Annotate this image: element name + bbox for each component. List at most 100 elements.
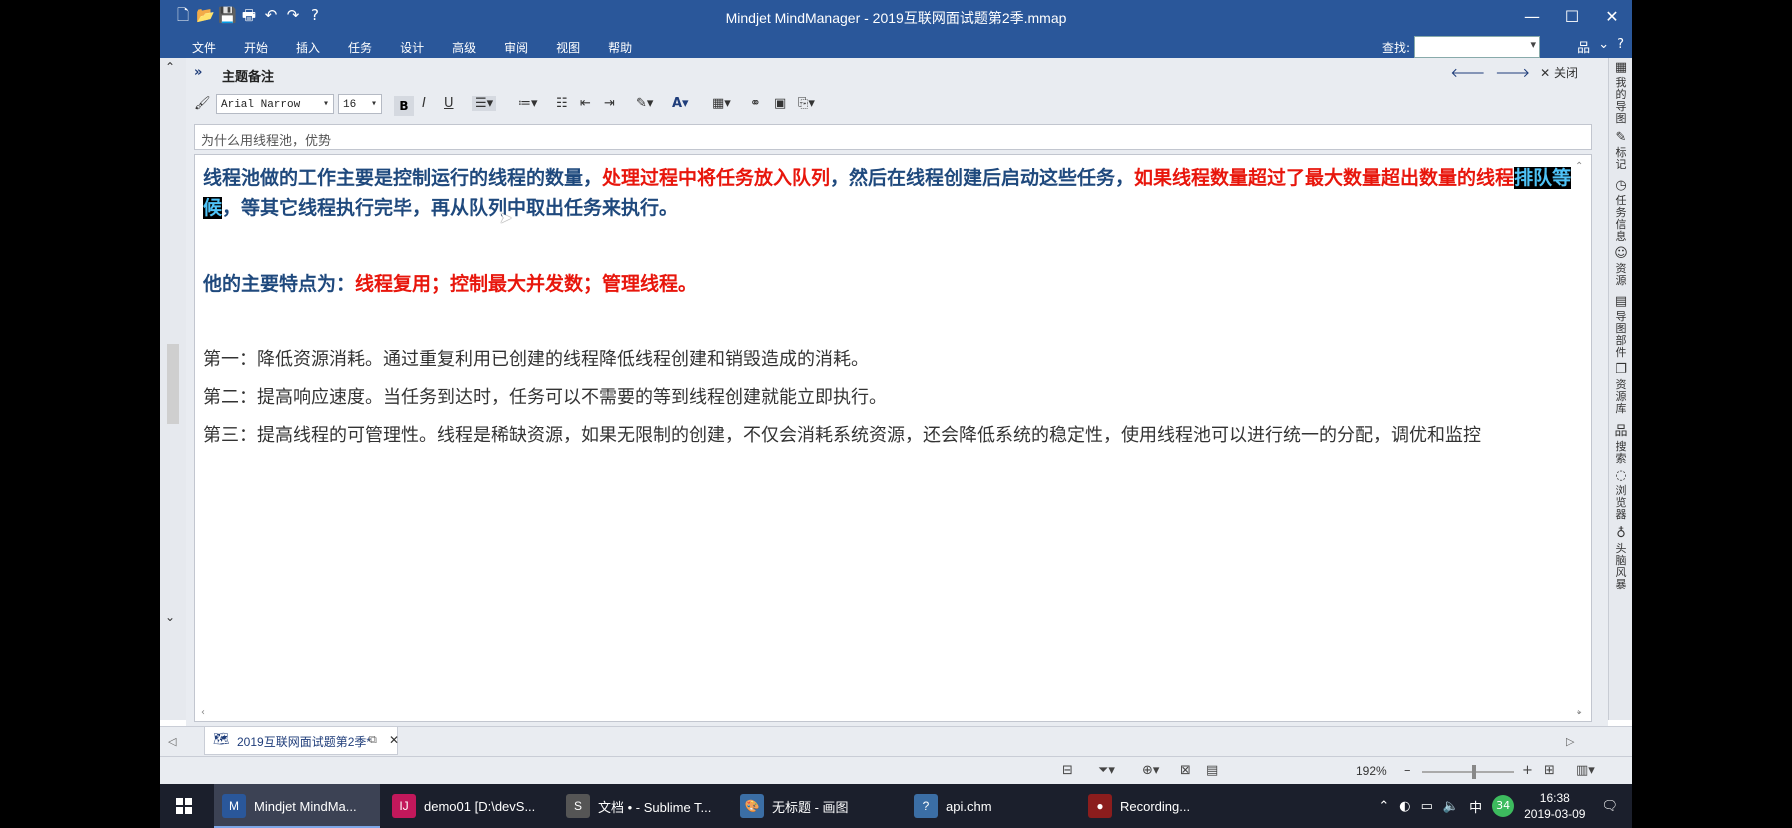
notification-icon[interactable]: 🗨 bbox=[1601, 799, 1618, 814]
expand-icon[interactable]: » bbox=[194, 65, 202, 80]
font-name-select[interactable]: Arial Narrow bbox=[216, 94, 334, 115]
collapse-ribbon-icon[interactable]: ⌄ bbox=[1598, 37, 1609, 56]
tab-view[interactable]: 视图 bbox=[542, 37, 594, 58]
numbered-list-icon[interactable]: ≔▾ bbox=[518, 96, 538, 111]
notes-content-area[interactable]: 线程池做的工作主要是控制运行的线程的数量，处理过程中将任务放入队列，然后在线程创… bbox=[194, 154, 1592, 722]
scroll-down-icon[interactable]: ⌄ bbox=[165, 610, 175, 624]
panel-map-parts[interactable]: ▤ 导图部件 bbox=[1611, 294, 1631, 359]
taskbar-item-intellij[interactable]: IJ demo01 [D:\devS... bbox=[384, 784, 550, 828]
filter-icon[interactable]: ⏷▾ bbox=[1098, 763, 1115, 778]
taskbar-item-api-chm[interactable]: ? api.chm bbox=[906, 784, 1072, 828]
help-circle-icon[interactable]: ? bbox=[1617, 37, 1624, 56]
format-painter-icon[interactable]: 🖌 bbox=[194, 96, 211, 111]
back-arrow-icon[interactable]: 🡐 bbox=[1450, 65, 1485, 81]
align-left-icon[interactable]: ☰▾ bbox=[472, 96, 497, 111]
page-setup-icon[interactable]: ⊟ bbox=[1062, 763, 1073, 778]
tray-app-icon[interactable]: ◐ bbox=[1399, 799, 1410, 814]
close-tab-icon[interactable]: ✕ bbox=[389, 733, 399, 747]
tab-home[interactable]: 开始 bbox=[230, 37, 282, 58]
mindmanager-app-icon: M bbox=[222, 794, 246, 818]
scroll-thumb[interactable] bbox=[167, 344, 179, 424]
maximize-button[interactable]: ☐ bbox=[1552, 0, 1592, 34]
hyperlink-icon[interactable]: ⚭ bbox=[750, 96, 761, 111]
tab-insert[interactable]: 插入 bbox=[282, 37, 334, 58]
pin-icon[interactable]: ⧉ bbox=[369, 733, 377, 747]
tab-help[interactable]: 帮助 bbox=[594, 37, 646, 58]
bold-button[interactable]: B bbox=[394, 96, 414, 116]
taskbar-item-paint[interactable]: 🎨 无标题 - 画图 bbox=[732, 784, 898, 828]
panel-markers[interactable]: ✎ 标记 bbox=[1611, 130, 1631, 171]
underline-button[interactable]: U bbox=[444, 96, 454, 111]
tray-badge[interactable]: 34 bbox=[1492, 795, 1515, 817]
outline-view-icon[interactable]: ▤ bbox=[1206, 763, 1218, 778]
find-input[interactable] bbox=[1414, 36, 1541, 58]
more-tools-icon[interactable]: ⎘▾ bbox=[798, 96, 815, 111]
fit-map-icon[interactable]: ⊞ bbox=[1544, 763, 1555, 778]
intro-text-red-b: 处理过程中将任务放入队列 bbox=[602, 167, 831, 189]
panel-task-info[interactable]: ◷ 任务信息 bbox=[1611, 178, 1631, 243]
font-color-icon[interactable]: A▾ bbox=[672, 96, 689, 111]
panel-library[interactable]: ❐ 资源库 bbox=[1611, 362, 1631, 415]
left-scroll-bar[interactable]: ⌃ ⌄ bbox=[160, 58, 187, 720]
panel-brainstorm[interactable]: ♁ 头脑风暴 bbox=[1611, 526, 1631, 591]
increase-indent-icon[interactable]: ⇥ bbox=[604, 96, 615, 111]
ribbon-tabs: 文件 开始 插入 任务 设计 高级 审阅 视图 帮助 bbox=[178, 37, 646, 58]
start-button[interactable] bbox=[160, 784, 208, 828]
decrease-indent-icon[interactable]: ⇤ bbox=[580, 96, 591, 111]
zoom-slider[interactable] bbox=[1422, 771, 1514, 773]
lightbulb-icon: ♁ bbox=[1616, 526, 1626, 541]
tabs-scroll-left-icon[interactable]: ◁ bbox=[168, 735, 176, 748]
tab-file[interactable]: 文件 bbox=[178, 37, 230, 58]
system-clock[interactable]: 16:38 2019-03-09 bbox=[1524, 790, 1585, 822]
topic-notes-pane: » 主题备注 🡐 🡒 ✕ 关闭 🖌 Arial Narrow 16 B I U … bbox=[186, 58, 1608, 726]
forward-arrow-icon[interactable]: 🡒 bbox=[1495, 65, 1530, 81]
layout-icon[interactable]: 品 bbox=[1577, 37, 1590, 56]
tab-design[interactable]: 设计 bbox=[386, 37, 438, 58]
highlight-color-icon[interactable]: ✎▾ bbox=[636, 96, 653, 111]
layout-options-icon[interactable]: ▥▾ bbox=[1576, 763, 1595, 778]
hscroll-left-icon[interactable]: ‹ bbox=[201, 707, 205, 718]
volume-icon[interactable]: 🔈 bbox=[1443, 799, 1459, 814]
tabs-scroll-right-icon[interactable]: ▷ bbox=[1566, 735, 1574, 748]
map-view-icon[interactable]: ⊠ bbox=[1180, 763, 1191, 778]
document-tab[interactable]: 🗺 2019互联网面试题第2季* ⧉ ✕ bbox=[204, 727, 399, 755]
zoom-in-icon[interactable]: + bbox=[1522, 763, 1533, 778]
intro-text-red-d: 如果线程数量超过了最大数量超出数量的线程 bbox=[1134, 167, 1515, 189]
tab-review[interactable]: 审阅 bbox=[490, 37, 542, 58]
windows-logo-icon bbox=[176, 798, 192, 814]
hscroll-right-icon[interactable]: › bbox=[1577, 707, 1581, 718]
panel-search[interactable]: 品 搜索 bbox=[1611, 420, 1631, 465]
window-title: Mindjet MindManager - 2019互联网面试题第2季.mmap bbox=[725, 10, 1067, 26]
network-icon[interactable]: ▭ bbox=[1421, 799, 1433, 814]
taskbar-label: api.chm bbox=[946, 798, 992, 814]
search-icon: 品 bbox=[1614, 424, 1628, 439]
show-hidden-icons[interactable]: ⌃ bbox=[1378, 799, 1389, 814]
image-icon[interactable]: ▣ bbox=[774, 96, 786, 111]
taskbar-item-recording[interactable]: ● Recording... bbox=[1080, 784, 1246, 828]
vscroll-up-icon[interactable]: ⌃ bbox=[1575, 161, 1583, 172]
notes-vertical-scrollbar[interactable]: ⌃ ⌄ bbox=[1575, 161, 1587, 717]
tab-task[interactable]: 任务 bbox=[334, 37, 386, 58]
tab-advanced[interactable]: 高级 bbox=[438, 37, 490, 58]
panel-my-maps[interactable]: ▦ 我的导图 bbox=[1611, 60, 1631, 125]
notes-text[interactable]: 线程池做的工作主要是控制运行的线程的数量，处理过程中将任务放入队列，然后在线程创… bbox=[203, 163, 1575, 451]
minimize-button[interactable]: — bbox=[1512, 0, 1552, 34]
zoom-slider-handle[interactable] bbox=[1472, 765, 1476, 779]
clock-date: 2019-03-09 bbox=[1524, 807, 1586, 821]
close-notes-button[interactable]: ✕ 关闭 bbox=[1540, 64, 1578, 81]
taskbar-item-mindmanager[interactable]: M Mindjet MindMa... bbox=[214, 784, 380, 828]
italic-button[interactable]: I bbox=[422, 96, 426, 111]
scroll-up-icon[interactable]: ⌃ bbox=[165, 60, 175, 74]
font-size-select[interactable]: 16 bbox=[338, 94, 382, 115]
bullet-list-icon[interactable]: ☷ bbox=[556, 96, 568, 111]
zoom-out-icon[interactable]: – bbox=[1404, 763, 1411, 778]
ime-indicator[interactable]: 中 bbox=[1469, 797, 1482, 816]
table-icon[interactable]: ▦▾ bbox=[712, 96, 731, 111]
taskbar-item-sublime[interactable]: S 文档 • - Sublime T... bbox=[558, 784, 724, 828]
panel-resources[interactable]: ☺ 资源 bbox=[1611, 246, 1631, 287]
add-topic-icon[interactable]: ⊕▾ bbox=[1142, 763, 1159, 778]
close-window-button[interactable]: ✕ bbox=[1592, 0, 1632, 34]
window-controls: — ☐ ✕ bbox=[1512, 0, 1632, 34]
notes-horizontal-scrollbar[interactable]: ‹ › bbox=[201, 707, 1581, 719]
panel-browser[interactable]: ◌ 浏览器 bbox=[1611, 468, 1631, 521]
